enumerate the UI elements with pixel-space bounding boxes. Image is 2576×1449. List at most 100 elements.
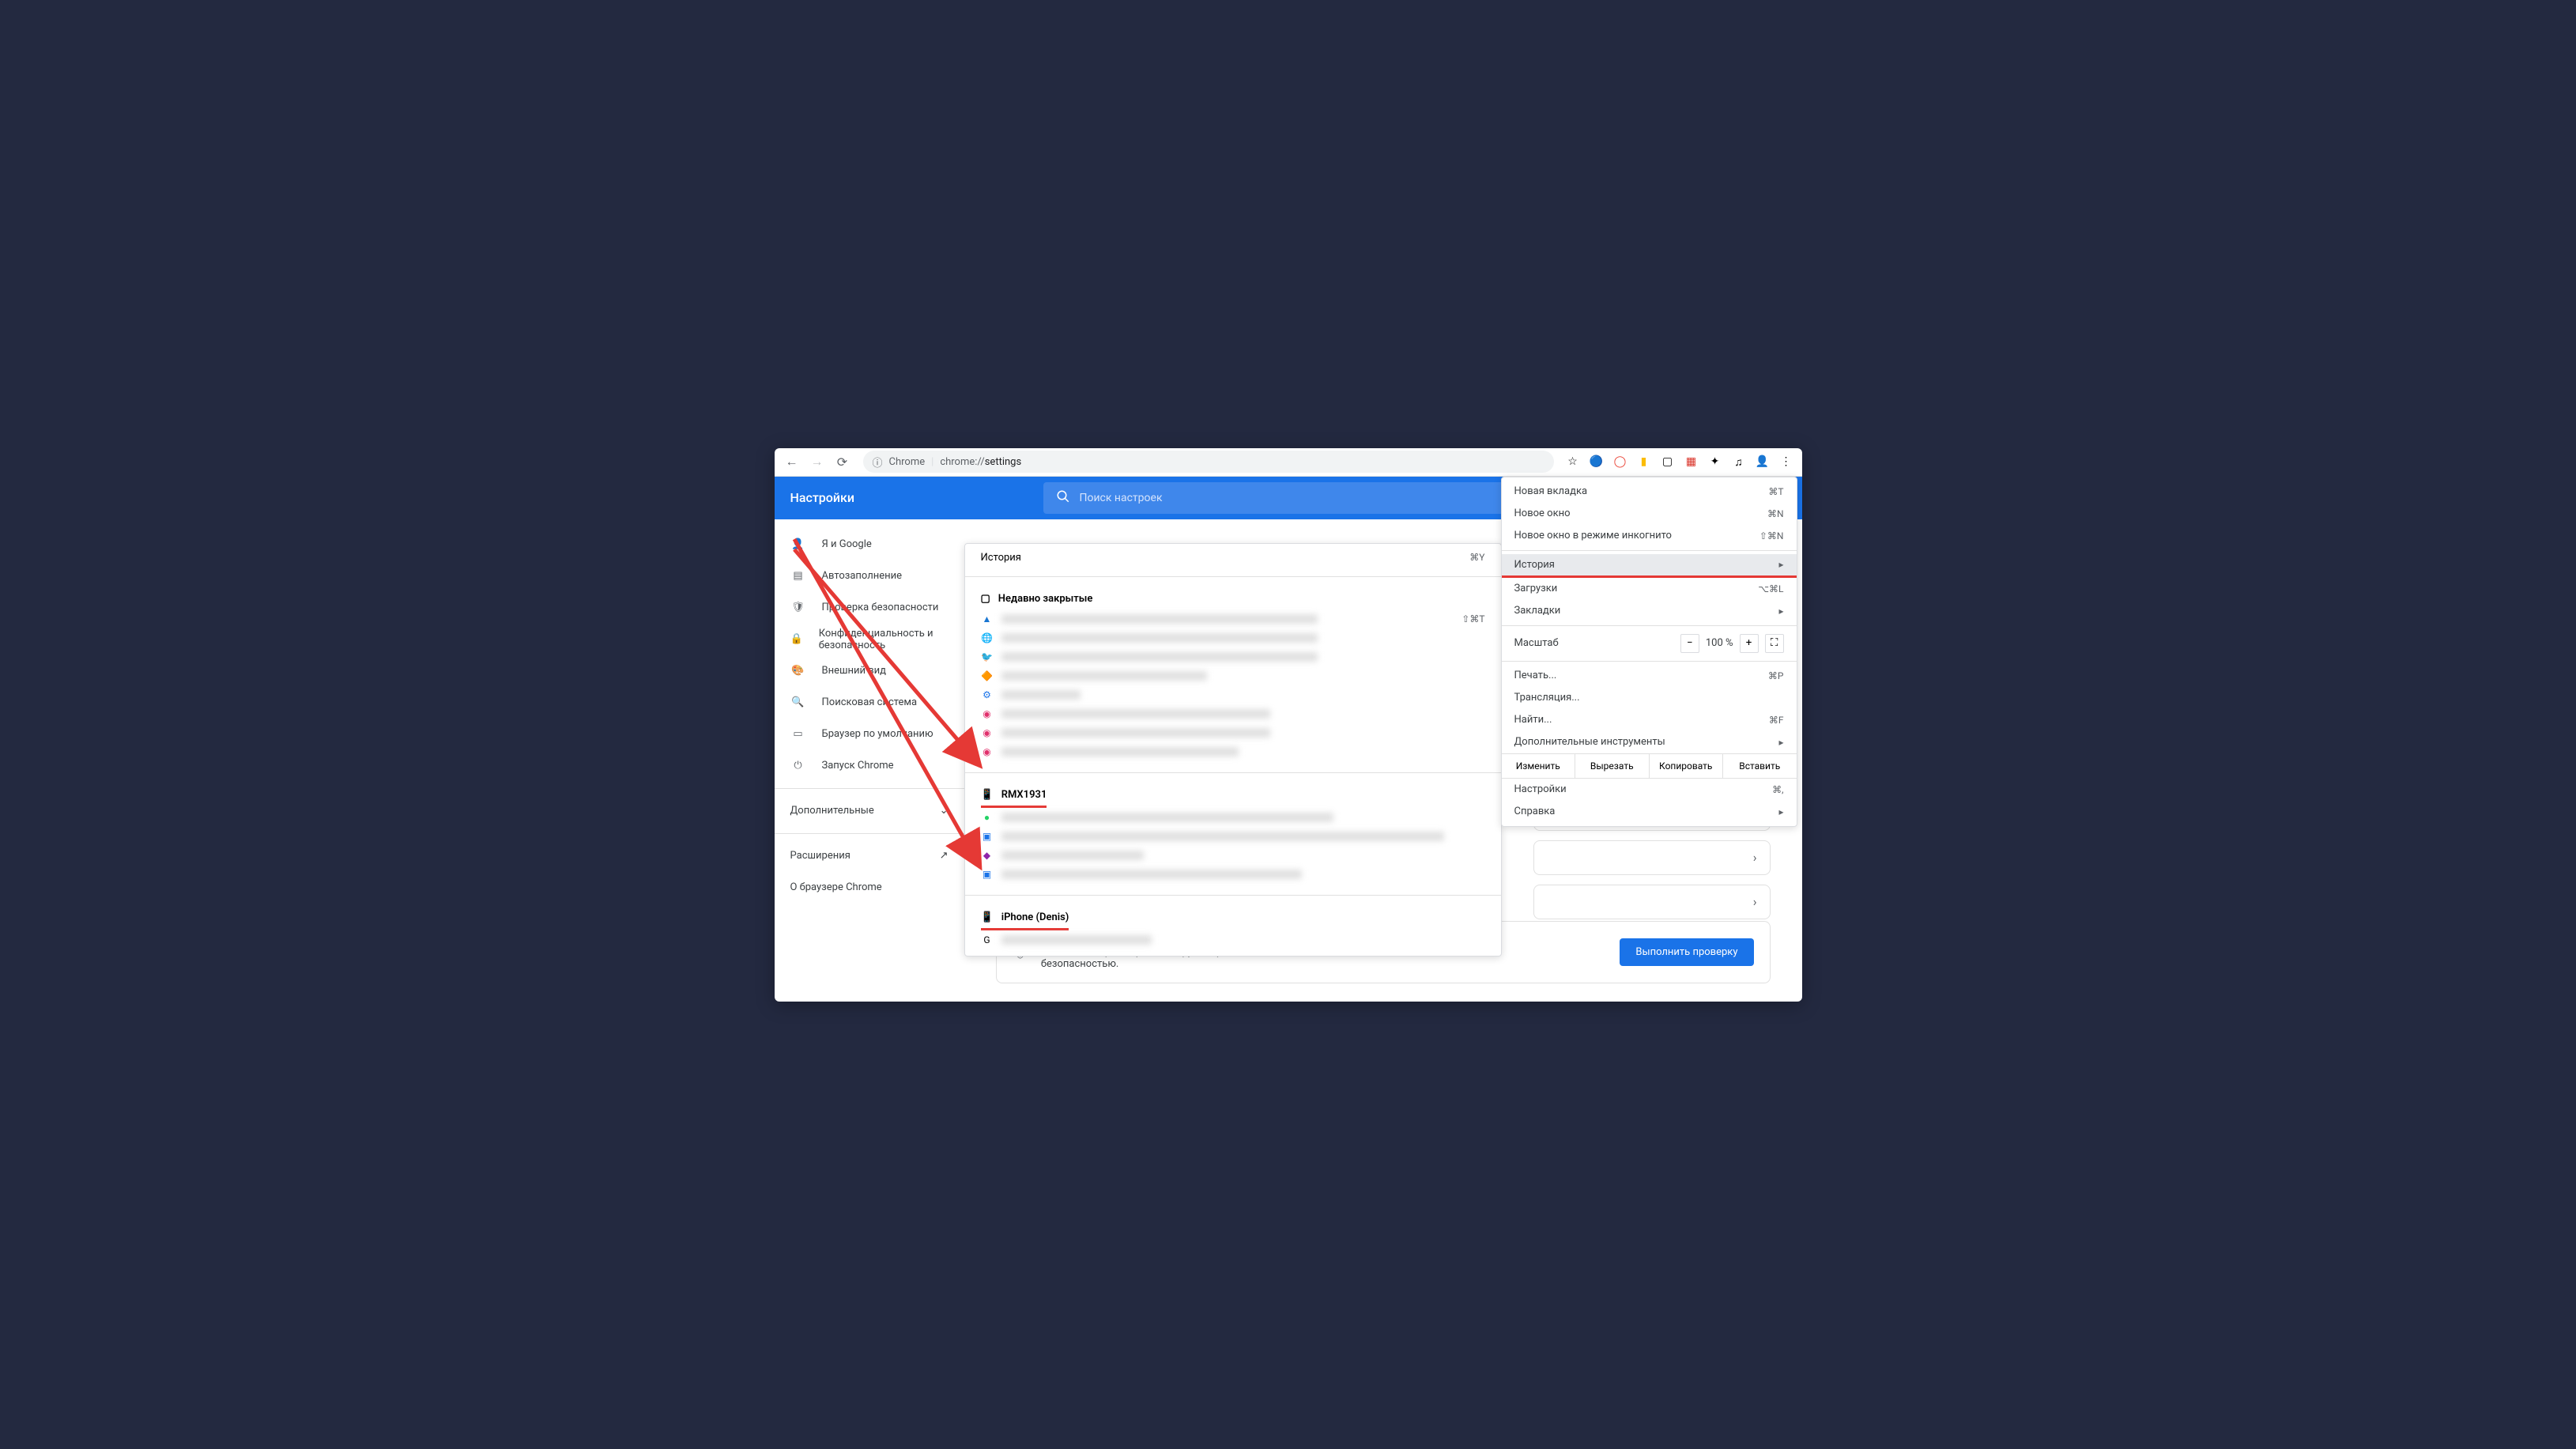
history-item[interactable]: ⚙ (981, 685, 1485, 704)
phone-icon: 📱 (981, 911, 994, 923)
history-item[interactable]: ◉ (981, 704, 1485, 723)
menu-history[interactable]: История▸ (1502, 554, 1797, 578)
ext-icon-4[interactable]: ▢ (1658, 452, 1677, 471)
power-icon: ⏻ (790, 758, 806, 774)
palette-icon: 🎨 (790, 663, 806, 679)
history-item[interactable]: 🐦 (981, 647, 1485, 666)
menu-find[interactable]: Найти...⌘F (1502, 709, 1797, 731)
chevron-right-icon: ▸ (1778, 606, 1783, 617)
chevron-right-icon: ▸ (1778, 737, 1783, 748)
profile-avatar[interactable]: 👤 (1753, 452, 1772, 471)
shield-check-icon: 🛡 (790, 600, 806, 616)
history-item[interactable]: ▲⇧⌘T (981, 609, 1485, 628)
copy-button[interactable]: Копировать (1650, 754, 1724, 778)
ext-icon-3[interactable]: ▮ (1635, 452, 1654, 471)
history-item[interactable]: ▣ (981, 865, 1485, 884)
sidebar-item-advanced[interactable]: Дополнительные⌄ (775, 795, 964, 827)
history-item[interactable]: ● (981, 808, 1485, 827)
zoom-in-button[interactable]: + (1740, 634, 1759, 653)
sidebar-item-startup[interactable]: ⏻Запуск Chrome (775, 750, 964, 782)
menu-cast[interactable]: Трансляция... (1502, 687, 1797, 709)
search-input[interactable] (1080, 492, 1568, 504)
menu-downloads[interactable]: Загрузки⌥⌘L (1502, 578, 1797, 600)
bookmark-star-icon[interactable]: ☆ (1563, 452, 1582, 471)
sidebar-item-autofill[interactable]: ▤Автозаполнение (775, 560, 964, 592)
phone-icon: 📱 (981, 789, 994, 801)
chevron-right-icon: › (1753, 850, 1757, 865)
lock-icon: 🔒 (790, 632, 803, 647)
device-header-2: 📱 iPhone (Denis) (981, 907, 1069, 930)
fullscreen-button[interactable]: ⛶ (1765, 634, 1784, 653)
menu-settings[interactable]: Настройки⌘, (1502, 779, 1797, 801)
person-icon: 👤 (790, 537, 806, 553)
divider (775, 788, 964, 789)
history-item[interactable]: G (981, 930, 1485, 949)
menu-zoom: Масштаб − 100 % + ⛶ (1502, 629, 1797, 658)
address-bar[interactable]: ⓘ Chrome | chrome://settings (863, 451, 1554, 473)
zoom-value: 100 % (1706, 637, 1733, 649)
sidebar-item-extensions[interactable]: Расширения↗ (775, 840, 964, 872)
site-info-icon: ⓘ (873, 455, 883, 470)
menu-edit-row: Изменить Вырезать Копировать Вставить (1502, 753, 1797, 779)
chevron-down-icon: ⌄ (940, 805, 949, 817)
menu-incognito[interactable]: Новое окно в режиме инкогнито⇧⌘N (1502, 525, 1797, 547)
history-item[interactable]: ◉ (981, 723, 1485, 742)
browser-window: ← → ⟳ ⓘ Chrome | chrome://settings ☆ 🔵 ◯… (775, 448, 1802, 1002)
back-button[interactable]: ← (781, 451, 803, 473)
history-item[interactable]: 🌐 (981, 628, 1485, 647)
sidebar-item-profile[interactable]: 👤Я и Google (775, 529, 964, 560)
menu-more-tools[interactable]: Дополнительные инструменты▸ (1502, 731, 1797, 753)
menu-bookmarks[interactable]: Закладки▸ (1502, 600, 1797, 622)
chevron-right-icon: › (1753, 894, 1757, 909)
settings-search[interactable] (1043, 482, 1581, 514)
settings-sidebar: 👤Я и Google ▤Автозаполнение 🛡Проверка бе… (775, 519, 964, 1002)
history-item[interactable]: ◉ (981, 742, 1485, 761)
run-security-check-button[interactable]: Выполнить проверку (1620, 938, 1753, 966)
ext-icon-1[interactable]: 🔵 (1587, 452, 1606, 471)
forward-button[interactable]: → (806, 451, 828, 473)
cut-button[interactable]: Вырезать (1575, 754, 1650, 778)
chevron-right-icon: ▸ (1778, 559, 1783, 570)
external-link-icon: ↗ (940, 850, 949, 862)
browser-toolbar: ← → ⟳ ⓘ Chrome | chrome://settings ☆ 🔵 ◯… (775, 448, 1802, 477)
paste-button[interactable]: Вставить (1723, 754, 1797, 778)
menu-new-tab[interactable]: Новая вкладка⌘T (1502, 481, 1797, 503)
sidebar-item-safety[interactable]: 🛡Проверка безопасности (775, 592, 964, 624)
settings-card[interactable]: › (1533, 840, 1771, 875)
reload-button[interactable]: ⟳ (832, 451, 854, 473)
autofill-icon: ▤ (790, 568, 806, 584)
url-label: Chrome (889, 456, 926, 468)
history-submenu: История⌘Y ▢ Недавно закрытые ▲⇧⌘T 🌐 🐦 🔶 … (964, 543, 1502, 957)
search-icon: 🔍 (790, 695, 806, 711)
history-item[interactable]: ▣ (981, 827, 1485, 846)
settings-card[interactable]: › (1533, 885, 1771, 919)
media-icon[interactable]: ♫ (1729, 452, 1748, 471)
zoom-out-button[interactable]: − (1680, 634, 1699, 653)
history-item[interactable]: ◆ (981, 846, 1485, 865)
menu-print[interactable]: Печать...⌘P (1502, 665, 1797, 687)
tab-icon: ▢ (981, 593, 990, 605)
toolbar-icons: ☆ 🔵 ◯ ▮ ▢ ▦ ✦ ♫ 👤 ⋮ (1563, 452, 1796, 471)
edit-label: Изменить (1502, 754, 1576, 778)
chevron-right-icon: ▸ (1778, 806, 1783, 817)
divider (775, 833, 964, 834)
kebab-menu-button[interactable]: ⋮ (1777, 452, 1796, 471)
sidebar-item-default-browser[interactable]: ▭Браузер по умолчанию (775, 719, 964, 750)
recently-closed-header: ▢ Недавно закрытые (981, 588, 1485, 609)
menu-new-window[interactable]: Новое окно⌘N (1502, 503, 1797, 525)
sidebar-item-search-engine[interactable]: 🔍Поисковая система (775, 687, 964, 719)
browser-icon: ▭ (790, 726, 806, 742)
menu-help[interactable]: Справка▸ (1502, 801, 1797, 823)
history-item[interactable]: 🔶 (981, 666, 1485, 685)
search-icon (1056, 489, 1070, 507)
sidebar-item-privacy[interactable]: 🔒Конфиденциальность и безопасность (775, 624, 964, 655)
device-header-1: 📱 RMX1931 (981, 784, 1047, 808)
submenu-history-link[interactable]: История⌘Y (965, 544, 1501, 572)
sidebar-item-appearance[interactable]: 🎨Внешний вид (775, 655, 964, 687)
page-title: Настройки (790, 490, 1028, 505)
extensions-icon[interactable]: ✦ (1706, 452, 1725, 471)
ext-icon-5[interactable]: ▦ (1682, 452, 1701, 471)
ext-icon-2[interactable]: ◯ (1611, 452, 1630, 471)
chrome-main-menu: Новая вкладка⌘T Новое окно⌘N Новое окно … (1501, 477, 1797, 827)
sidebar-item-about[interactable]: О браузере Chrome (775, 872, 964, 904)
